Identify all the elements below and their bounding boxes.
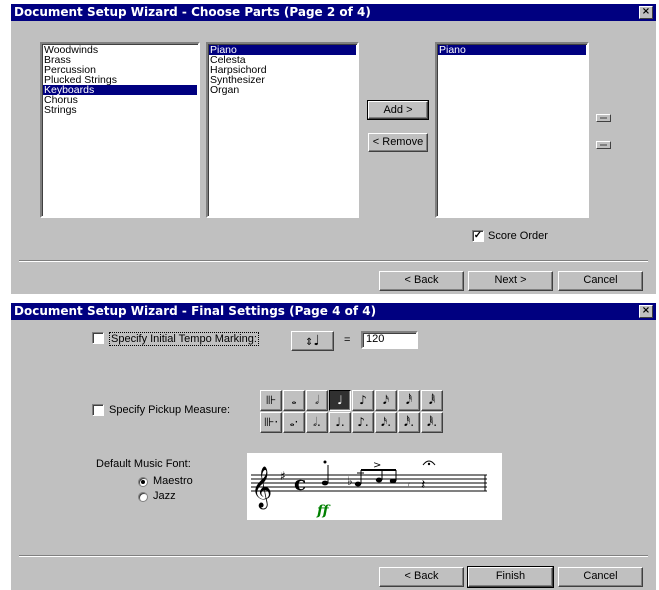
- duration-button[interactable]: 𝅘𝅥𝅱: [421, 390, 443, 411]
- back-button[interactable]: < Back: [379, 567, 464, 587]
- tempo-value: 120: [366, 333, 385, 345]
- duration-button[interactable]: ♩.: [329, 412, 351, 433]
- duration-button[interactable]: ♩: [329, 390, 351, 411]
- duration-button[interactable]: 𝅗𝅥: [306, 390, 328, 411]
- next-label: Next >: [494, 274, 527, 286]
- cancel-label: Cancel: [583, 570, 618, 582]
- score-order-label: Score Order: [488, 230, 548, 242]
- fortissimo-text: ff: [316, 503, 331, 519]
- notes-group: ♭ > 𝄾 𝄽: [321, 460, 436, 493]
- svg-text:𝄽: 𝄽: [421, 477, 425, 493]
- list-item[interactable]: Strings: [43, 105, 197, 116]
- list-item[interactable]: Organ: [209, 85, 356, 96]
- instrument-list[interactable]: Piano Celesta Harpsichord Synthesizer Organ: [206, 42, 359, 218]
- close-icon[interactable]: ×: [639, 305, 653, 318]
- divider: [19, 260, 648, 262]
- quarter-note-icon: ♩: [313, 333, 320, 349]
- svg-text:♭: ♭: [347, 474, 353, 488]
- duration-button[interactable]: 𝅘𝅥𝅰: [398, 390, 420, 411]
- staff-preview-image: 𝄞 ♯ c ♭ > 𝄾 𝄽 ff: [251, 460, 487, 519]
- add-button[interactable]: Add >: [367, 100, 429, 120]
- list-item[interactable]: Piano: [438, 45, 586, 55]
- pickup-label: Specify Pickup Measure:: [109, 404, 231, 416]
- remove-button[interactable]: < Remove: [368, 133, 428, 152]
- close-icon[interactable]: ×: [639, 6, 653, 19]
- tempo-value-input[interactable]: 120: [361, 331, 418, 349]
- score-order-checkbox[interactable]: ✓: [472, 230, 484, 242]
- svg-text:𝄾: 𝄾: [407, 478, 410, 491]
- dialog-title: Document Setup Wizard - Final Settings (…: [14, 304, 377, 318]
- tempo-label: Specify Initial Tempo Marking:: [109, 332, 259, 346]
- move-down-button[interactable]: [596, 141, 611, 149]
- back-button[interactable]: < Back: [379, 271, 464, 291]
- duration-button[interactable]: 𝅘𝅥𝅯.: [375, 412, 397, 433]
- next-button[interactable]: Next >: [468, 271, 553, 291]
- duration-button[interactable]: 𝅘𝅥𝅯: [375, 390, 397, 411]
- svg-text:>: >: [373, 460, 381, 471]
- maestro-label: Maestro: [153, 475, 193, 487]
- back-label: < Back: [404, 274, 439, 286]
- jazz-radio[interactable]: [138, 492, 148, 502]
- duration-button[interactable]: ♪: [352, 390, 374, 411]
- cancel-button[interactable]: Cancel: [558, 271, 643, 291]
- category-list[interactable]: Woodwinds Brass Percussion Plucked Strings K…: [40, 42, 200, 218]
- move-up-button[interactable]: [596, 114, 611, 122]
- finish-button[interactable]: Finish: [467, 566, 554, 588]
- final-settings-dialog: Document Setup Wizard - Final Settings (…: [11, 303, 656, 590]
- maestro-radio[interactable]: [138, 477, 148, 487]
- dialog-title: Document Setup Wizard - Choose Parts (Pa…: [14, 5, 371, 19]
- jazz-label: Jazz: [153, 490, 176, 502]
- common-time-icon: c: [294, 471, 306, 495]
- duration-button[interactable]: 𝅘𝅥𝅱.: [421, 412, 443, 433]
- equals-sign: =: [344, 334, 351, 346]
- selected-parts-list[interactable]: Piano: [435, 42, 589, 218]
- divider: [19, 555, 648, 557]
- font-group-label: Default Music Font:: [96, 458, 191, 470]
- music-font-preview: 𝄞 ♯ c ♭ > 𝄾 𝄽 ff: [247, 453, 502, 520]
- tempo-note-button[interactable]: ⇕♩: [291, 331, 334, 351]
- cancel-label: Cancel: [583, 274, 618, 286]
- sharp-icon: ♯: [280, 469, 286, 483]
- add-label: Add >: [383, 104, 413, 116]
- duration-button[interactable]: ♪.: [352, 412, 374, 433]
- remove-label: < Remove: [372, 136, 424, 148]
- dialog-title-bar: Document Setup Wizard - Final Settings (…: [11, 303, 656, 320]
- choose-parts-dialog: Document Setup Wizard - Choose Parts (Pa…: [11, 4, 656, 294]
- duration-button[interactable]: 𝅝: [283, 390, 305, 411]
- finish-label: Finish: [495, 570, 526, 582]
- tempo-checkbox[interactable]: [92, 332, 104, 344]
- dialog-title-bar: Document Setup Wizard - Choose Parts (Pa…: [11, 4, 656, 21]
- back-label: < Back: [404, 570, 439, 582]
- treble-clef-icon: 𝄞: [251, 466, 272, 509]
- cancel-button[interactable]: Cancel: [558, 567, 643, 587]
- duration-button[interactable]: ⊪·: [260, 412, 282, 433]
- duration-button[interactable]: 𝅝·: [283, 412, 305, 433]
- duration-button[interactable]: 𝅘𝅥𝅰.: [398, 412, 420, 433]
- pickup-checkbox[interactable]: [92, 404, 104, 416]
- duration-button[interactable]: ⊪: [260, 390, 282, 411]
- duration-button[interactable]: 𝅗𝅥.: [306, 412, 328, 433]
